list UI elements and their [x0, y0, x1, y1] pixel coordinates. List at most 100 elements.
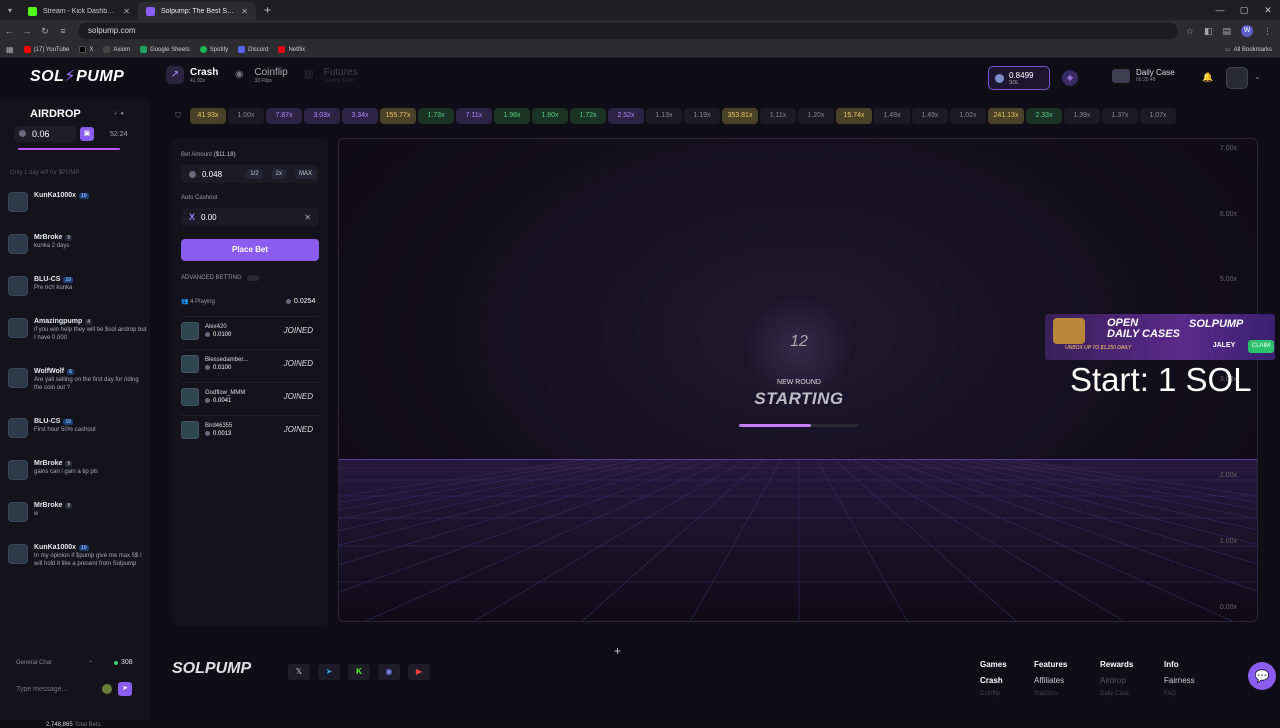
history-chip[interactable]: 1.07x [1140, 108, 1176, 124]
bookmark-discord[interactable]: Discord [238, 46, 268, 53]
history-chip[interactable]: 1.11x [760, 108, 796, 124]
history-shield-icon[interactable]: ⛉ [168, 111, 188, 121]
history-chip[interactable]: 1.00x [228, 108, 264, 124]
bookmark-star-icon[interactable]: ☆ [1186, 26, 1194, 37]
bookmark-youtube[interactable]: (17) YouTube [23, 46, 69, 53]
chevron-down-icon[interactable]: ⌄ [1254, 72, 1261, 81]
chat-username[interactable]: KunKa1000x 10 [34, 192, 89, 199]
airdrop-lock-button[interactable]: ▣ [80, 127, 94, 141]
chevron-up-icon[interactable]: ⌃ [88, 660, 93, 667]
nav-crash[interactable]: ↗ Crash 41.93x [166, 66, 218, 84]
minimize-icon[interactable]: — [1208, 0, 1232, 20]
history-chip[interactable]: 1.98x [494, 108, 530, 124]
emoji-icon[interactable] [102, 684, 112, 694]
history-chip[interactable]: 241.13x [988, 108, 1024, 124]
history-chip[interactable]: 3.03x [304, 108, 340, 124]
history-chip[interactable]: 7.11x [456, 108, 492, 124]
forward-icon[interactable]: → [18, 26, 36, 36]
history-chip[interactable]: 1.73x [418, 108, 454, 124]
notification-icon[interactable]: 🔔 [1202, 72, 1213, 83]
history-chip[interactable]: 1.49x [912, 108, 948, 124]
player-avatar[interactable] [181, 321, 199, 340]
downloads-icon[interactable]: ▤ [1222, 26, 1231, 37]
daily-cases-promo-banner[interactable]: OPEN DAILY CASES UNBOX UP TO $1,250 DAIL… [1045, 314, 1275, 360]
bookmark-netflix[interactable]: Netflix [278, 46, 305, 53]
history-chip[interactable]: 2.33x [1026, 108, 1062, 124]
max-bet-button[interactable]: MAX [294, 169, 316, 179]
footer-link-fairness[interactable]: Fairness [1164, 676, 1195, 685]
chat-username[interactable]: MrBroke 9 [34, 502, 73, 509]
browser-menu-icon[interactable]: ⋮ [1263, 26, 1272, 37]
player-avatar[interactable] [181, 420, 199, 439]
youtube-social-icon[interactable]: ▶ [408, 664, 430, 680]
history-chip[interactable]: 1.02x [950, 108, 986, 124]
nav-futures[interactable]: ▥ Futures Trading Soon [300, 66, 358, 84]
history-chip[interactable]: 1.20x [798, 108, 834, 124]
chat-username[interactable]: BLU-CS 10 [34, 276, 74, 283]
history-chip[interactable]: 2.52x [608, 108, 644, 124]
bookmark-axiom[interactable]: Axiom [103, 46, 130, 53]
chat-username[interactable]: WolfWolf 6 [34, 368, 148, 375]
place-bet-button[interactable]: Place Bet [181, 239, 319, 261]
chat-channel[interactable]: General Chat [16, 660, 52, 666]
footer-link-statistics[interactable]: Statistics [1034, 691, 1067, 697]
close-tab-icon[interactable]: ✕ [123, 7, 130, 16]
close-window-icon[interactable]: ✕ [1256, 0, 1280, 20]
chat-username[interactable]: Amazingpump 4 [34, 318, 148, 325]
kick-icon[interactable]: K [348, 664, 370, 680]
chat-avatar[interactable] [8, 318, 28, 338]
clear-icon[interactable]: ✕ [304, 213, 311, 222]
footer-link-faq[interactable]: FAQ [1164, 691, 1195, 697]
history-chip[interactable]: 7.87x [266, 108, 302, 124]
history-chip[interactable]: 1.37x [1102, 108, 1138, 124]
telegram-icon[interactable]: ➤ [318, 664, 340, 680]
tab-kick-dashboard[interactable]: Stream - Kick Dashboard ✕ [20, 2, 138, 20]
bookmark-google-sheets[interactable]: Google Sheets [140, 46, 190, 53]
footer-link-affiliates[interactable]: Affiliates [1034, 676, 1067, 685]
double-bet-button[interactable]: 2x [271, 169, 286, 179]
footer-logo[interactable]: SOLPUMP [172, 660, 251, 678]
daily-case-button[interactable]: Daily Case 00:20:48 [1112, 68, 1175, 83]
profile-avatar[interactable]: W [1241, 25, 1253, 37]
site-logo[interactable]: SOL⚡PUMP [30, 66, 124, 86]
auto-cashout-field[interactable]: X 0.00 ✕ [181, 208, 319, 226]
chat-username[interactable]: BLU-CS 10 [34, 418, 96, 425]
new-tab-icon[interactable]: + [256, 3, 279, 17]
history-chip[interactable]: 41.93x [190, 108, 226, 124]
history-chip[interactable]: 353.81x [722, 108, 758, 124]
apps-grid-icon[interactable]: ▦ [6, 45, 14, 54]
support-chat-button[interactable]: 💬 [1248, 662, 1276, 690]
chat-username[interactable]: MrBroke 9 [34, 234, 73, 241]
toggle-switch[interactable] [246, 275, 259, 281]
footer-link-airdrop[interactable]: Airdrop [1100, 676, 1133, 685]
chat-avatar[interactable] [8, 418, 28, 438]
footer-link-daily-case[interactable]: Daily Case [1100, 691, 1133, 697]
player-avatar[interactable] [181, 387, 199, 406]
chat-avatar[interactable] [8, 192, 28, 212]
chat-avatar[interactable] [8, 234, 28, 254]
bet-amount-field[interactable]: 0.048 1/2 2x MAX [181, 165, 319, 183]
wallet-icon[interactable]: ◈ [1062, 70, 1078, 86]
half-bet-button[interactable]: 1/2 [246, 169, 263, 179]
chat-avatar[interactable] [8, 544, 28, 564]
bet-amount-value[interactable]: 0.048 [202, 170, 240, 179]
history-chip[interactable]: 1.49x [874, 108, 910, 124]
bookmark-spotify[interactable]: Spotify [199, 46, 228, 53]
chat-message-input[interactable] [10, 685, 100, 693]
chat-avatar[interactable] [8, 368, 28, 388]
history-chip[interactable]: 1.39x [1064, 108, 1100, 124]
reload-icon[interactable]: ↻ [36, 26, 54, 37]
x-social-icon[interactable]: 𝕏 [288, 664, 310, 680]
history-chip[interactable]: 15.74x [836, 108, 872, 124]
footer-link-crash[interactable]: Crash [980, 676, 1007, 685]
send-button[interactable]: ➤ [118, 682, 132, 696]
discord-social-icon[interactable]: ◉ [378, 664, 400, 680]
auto-cashout-value[interactable]: 0.00 [201, 213, 298, 222]
promo-claim-button[interactable]: CLAIM [1248, 340, 1274, 353]
history-chip[interactable]: 1.80x [532, 108, 568, 124]
chat-username[interactable]: MrBroke 9 [34, 460, 98, 467]
extensions-icon[interactable]: ◧ [1204, 26, 1213, 37]
user-avatar[interactable] [1226, 67, 1248, 89]
tab-solpump[interactable]: Solpump: The Best Solana Casi... ✕ [138, 2, 256, 20]
all-bookmarks[interactable]: ▭ All Bookmarks [1225, 46, 1280, 54]
